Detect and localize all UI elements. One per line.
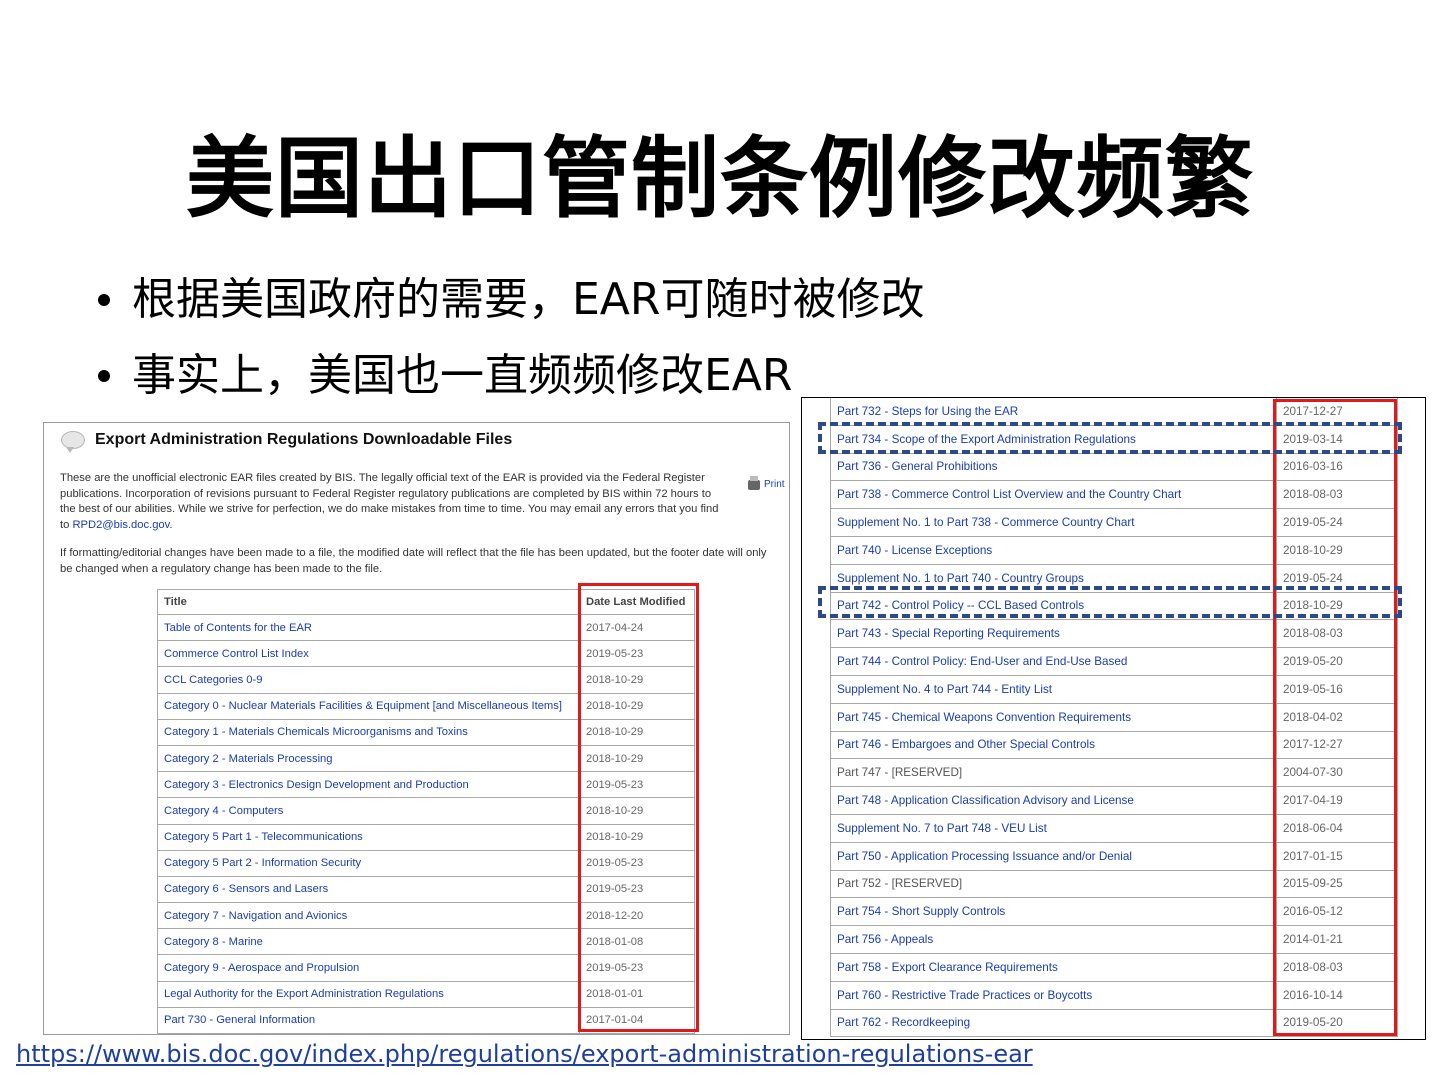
date-column-highlight xyxy=(578,583,699,1032)
file-title-link[interactable]: Legal Authority for the Export Administr… xyxy=(157,980,580,1008)
bullet-dot-icon xyxy=(98,294,110,306)
part-title-link[interactable]: Part 762 - Recordkeeping xyxy=(830,1008,1277,1038)
part-title-link[interactable]: Part 758 - Export Clearance Requirements xyxy=(830,952,1277,982)
printer-icon xyxy=(748,475,760,490)
part-title-link[interactable]: Supplement No. 7 to Part 748 - VEU List xyxy=(830,813,1277,843)
print-link[interactable]: Print xyxy=(748,475,785,490)
part-title-link[interactable]: Part 756 - Appeals xyxy=(830,925,1277,954)
file-title-link[interactable]: Category 5 Part 1 - Telecommunications xyxy=(157,823,580,851)
email-link[interactable]: RPD2@bis.doc.gov xyxy=(72,519,169,531)
part-title-link[interactable]: Part 760 - Restrictive Trade Practices o… xyxy=(830,980,1277,1010)
part-title-link[interactable]: Part 740 - License Exceptions xyxy=(830,535,1277,565)
file-title-link[interactable]: Table of Contents for the EAR xyxy=(157,613,580,642)
file-title-link[interactable]: Category 1 - Materials Chemicals Microor… xyxy=(157,718,580,746)
file-title-link[interactable]: Commerce Control List Index xyxy=(157,640,580,668)
bullet-text: 根据美国政府的需要，EAR可随时被修改 xyxy=(132,274,925,325)
source-url-link[interactable]: https://www.bis.doc.gov/index.php/regula… xyxy=(16,1040,1033,1068)
file-title-link[interactable]: Category 2 - Materials Processing xyxy=(157,744,580,773)
file-title-link[interactable]: Category 4 - Computers xyxy=(157,797,580,825)
part-title-link[interactable]: Part 745 - Chemical Weapons Convention R… xyxy=(830,702,1277,732)
file-title-link[interactable]: Category 6 - Sensors and Lasers xyxy=(157,875,580,904)
part-title-link[interactable]: Part 744 - Control Policy: End-User and … xyxy=(830,647,1277,676)
bullet-item: 根据美国政府的需要，EAR可随时被修改 xyxy=(98,262,924,338)
ear-downloads-screenshot: Export Administration Regulations Downlo… xyxy=(43,422,790,1035)
part-title-link[interactable]: Part 746 - Embargoes and Other Special C… xyxy=(830,730,1277,760)
note-paragraph: If formatting/editorial changes have bee… xyxy=(60,547,767,575)
date-column-highlight xyxy=(1273,399,1397,1036)
bullet-text: 事实上，美国也一直频频修改EAR xyxy=(132,350,793,401)
page-header: Export Administration Regulations Downlo… xyxy=(61,431,513,453)
part-title-link[interactable]: Supplement No. 1 to Part 738 - Commerce … xyxy=(830,508,1277,537)
ear-parts-screenshot: Part 732 - Steps for Using the EAR 2017-1… xyxy=(801,397,1426,1040)
slide-title: 美国出口管制条例修改频繁 xyxy=(185,127,1254,230)
col-header-title: Title xyxy=(157,589,580,615)
part-title-link[interactable]: Supplement No. 4 to Part 744 - Entity Li… xyxy=(830,674,1277,704)
intro-end: . xyxy=(169,518,173,531)
part-title-link[interactable]: Part 747 - [RESERVED] xyxy=(830,758,1277,788)
intro-paragraph: These are the unofficial electronic EAR … xyxy=(60,471,720,533)
file-title-link[interactable]: Category 3 - Electronics Design Developm… xyxy=(157,771,580,799)
part-title-link[interactable]: Part 738 - Commerce Control List Overvie… xyxy=(830,480,1277,510)
part-title-link[interactable]: Part 754 - Short Supply Controls xyxy=(830,897,1277,927)
bullet-list: 根据美国政府的需要，EAR可随时被修改 事实上，美国也一直频频修改EAR xyxy=(98,262,924,414)
print-label: Print xyxy=(764,479,785,490)
bullet-dot-icon xyxy=(98,370,110,382)
file-title-link[interactable]: CCL Categories 0-9 xyxy=(157,666,580,694)
part-title-link[interactable]: Part 752 - [RESERVED] xyxy=(830,869,1277,899)
speech-bubble-icon xyxy=(61,431,85,453)
part-title-link[interactable]: Part 736 - General Prohibitions xyxy=(830,452,1277,482)
file-title-link[interactable]: Category 8 - Marine xyxy=(157,928,580,956)
part-title-link[interactable]: Part 750 - Application Processing Issuan… xyxy=(830,841,1277,871)
part-742-highlight xyxy=(818,586,1402,618)
part-734-highlight xyxy=(818,422,1402,454)
page-heading: Export Administration Regulations Downlo… xyxy=(95,431,513,448)
file-title-link[interactable]: Category 0 - Nuclear Materials Facilitie… xyxy=(157,692,580,720)
file-title-link[interactable]: Part 730 - General Information xyxy=(157,1006,580,1034)
file-title-link[interactable]: Category 5 Part 2 - Information Security xyxy=(157,849,580,877)
file-title-link[interactable]: Category 9 - Aerospace and Propulsion xyxy=(157,954,580,982)
part-title-link[interactable]: Part 743 - Special Reporting Requirement… xyxy=(830,619,1277,649)
file-title-link[interactable]: Category 7 - Navigation and Avionics xyxy=(157,902,580,930)
part-title-link[interactable]: Part 748 - Application Classification Ad… xyxy=(830,786,1277,815)
